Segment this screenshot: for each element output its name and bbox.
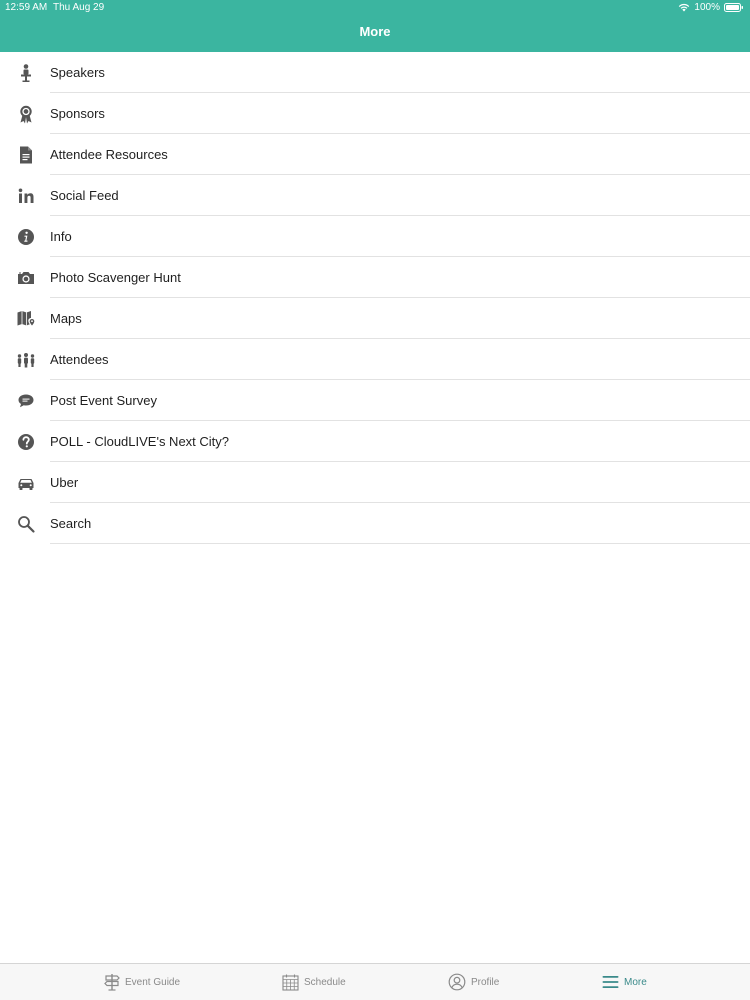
menu-item-attendees[interactable]: Attendees <box>0 339 750 380</box>
app-screen: 12:59 AM Thu Aug 29 100% More Speakers S… <box>0 0 750 1000</box>
status-time: 12:59 AM <box>5 2 48 13</box>
tab-more[interactable]: More <box>602 964 647 1000</box>
tab-profile[interactable]: Profile <box>448 964 499 1000</box>
menu-item-label: Uber <box>50 475 79 490</box>
menu-item-speakers[interactable]: Speakers <box>0 52 750 93</box>
menu-item-label: Social Feed <box>50 188 119 203</box>
menu-item-poll[interactable]: POLL - CloudLIVE's Next City? <box>0 421 750 462</box>
menu-item-label: Attendees <box>50 352 109 367</box>
question-icon <box>16 432 36 452</box>
tab-bar: Event Guide Schedule Profile More <box>0 963 750 1000</box>
ribbon-award-icon <box>16 104 36 124</box>
search-icon <box>16 514 36 534</box>
people-icon <box>16 350 36 370</box>
menu-item-search[interactable]: Search <box>0 503 750 544</box>
menu-item-label: Search <box>50 516 92 531</box>
menu-item-label: Photo Scavenger Hunt <box>50 270 181 285</box>
document-icon <box>16 145 36 165</box>
menu-item-sponsors[interactable]: Sponsors <box>0 93 750 134</box>
menu-item-label: Maps <box>50 311 82 326</box>
menu-item-social-feed[interactable]: Social Feed <box>0 175 750 216</box>
menu-item-label: Info <box>50 229 72 244</box>
header: 12:59 AM Thu Aug 29 100% More <box>0 0 750 52</box>
tab-label: Schedule <box>304 976 346 988</box>
menu-item-uber[interactable]: Uber <box>0 462 750 503</box>
status-bar: 12:59 AM Thu Aug 29 100% <box>0 0 750 15</box>
car-icon <box>16 473 36 493</box>
tab-label: More <box>624 976 647 988</box>
calendar-icon <box>282 974 299 991</box>
tab-event-guide[interactable]: Event Guide <box>104 964 180 1000</box>
menu-item-label: Attendee Resources <box>50 147 168 162</box>
wifi-icon <box>678 3 690 12</box>
menu-item-label: Post Event Survey <box>50 393 157 408</box>
menu-item-label: Sponsors <box>50 106 105 121</box>
menu-item-attendee-resources[interactable]: Attendee Resources <box>0 134 750 175</box>
menu-item-label: POLL - CloudLIVE's Next City? <box>50 434 230 449</box>
tab-schedule[interactable]: Schedule <box>282 964 346 1000</box>
camera-icon <box>16 268 36 288</box>
map-pin-icon <box>16 309 36 329</box>
page-title: More <box>359 24 391 39</box>
menu-item-photo-scavenger-hunt[interactable]: Photo Scavenger Hunt <box>0 257 750 298</box>
tab-label: Profile <box>471 976 500 988</box>
chat-bubble-icon <box>16 391 36 411</box>
info-icon <box>16 227 36 247</box>
menu-item-maps[interactable]: Maps <box>0 298 750 339</box>
battery-icon <box>724 3 744 12</box>
speaker-podium-icon <box>16 63 36 83</box>
profile-icon <box>448 973 466 991</box>
menu-item-post-event-survey[interactable]: Post Event Survey <box>0 380 750 421</box>
battery-percent: 100% <box>694 2 720 13</box>
menu-item-label: Speakers <box>50 65 105 80</box>
linkedin-icon <box>16 186 36 206</box>
more-menu-list: Speakers Sponsors Attendee Resources Soc… <box>0 52 750 544</box>
status-indicators: 100% <box>678 2 744 13</box>
status-date: Thu Aug 29 <box>53 2 105 13</box>
signpost-icon <box>104 973 120 991</box>
tab-label: Event Guide <box>125 976 181 988</box>
menu-icon <box>602 975 619 989</box>
menu-item-info[interactable]: Info <box>0 216 750 257</box>
